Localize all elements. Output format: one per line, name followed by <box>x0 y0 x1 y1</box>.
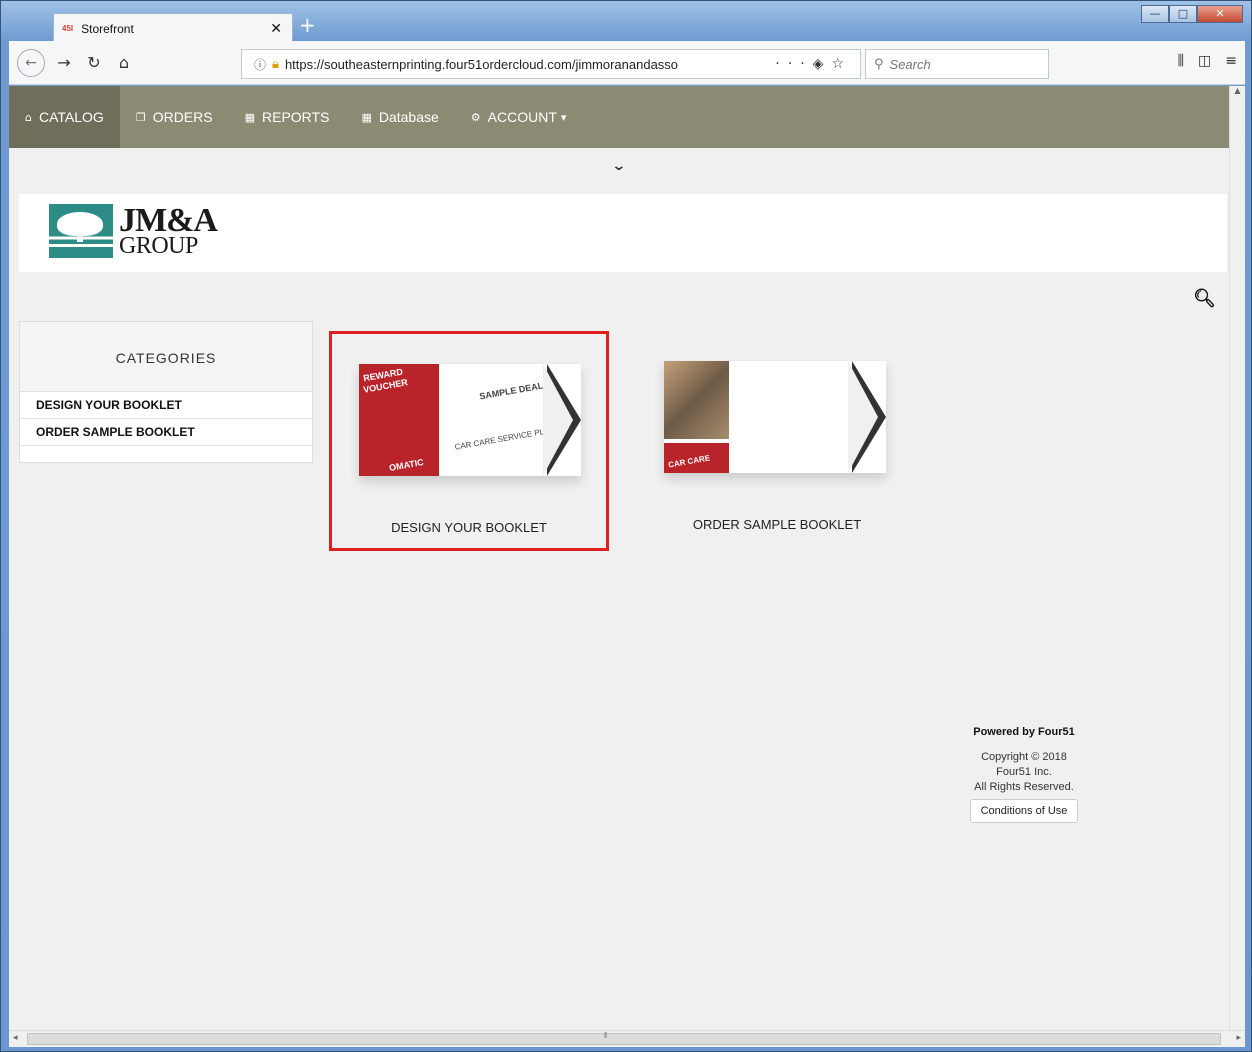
browser-search-input[interactable] <box>889 56 1030 72</box>
nav-account[interactable]: ⚙ ACCOUNT ▾ <box>455 86 583 148</box>
browser-search-box[interactable]: ⚲ <box>865 49 1049 79</box>
product-label[interactable]: ORDER SAMPLE BOOKLET <box>637 517 917 532</box>
home-icon: ⌂ <box>25 110 32 124</box>
browser-window: — □ ✕ 45I Storefront ✕ + ← → ↻ ⌂ ⓘ 🔒︎ ht… <box>0 0 1252 1052</box>
page-viewport: ⌂ CATALOG ❐ ORDERS ▦ REPORTS ▦ Database … <box>9 86 1229 1030</box>
jma-group-logo[interactable]: JM&A GROUP <box>49 201 218 260</box>
scroll-thumb[interactable] <box>27 1033 1221 1045</box>
scroll-grip: ⦀ <box>604 1031 608 1040</box>
reload-icon[interactable]: ↻ <box>79 53 109 72</box>
close-tab-icon[interactable]: ✕ <box>270 21 282 37</box>
product-tile-order-sample[interactable]: CAR CARE ORDER SAMPLE BOOKLET <box>637 331 917 551</box>
pocket-icon[interactable]: ◈ <box>813 56 832 72</box>
sidebar-toggle-icon[interactable]: ◫ <box>1198 53 1211 69</box>
favicon-icon: 45I <box>62 24 74 33</box>
sidebar-item-design-booklet[interactable]: DESIGN YOUR BOOKLET <box>20 392 312 419</box>
new-tab-icon[interactable]: + <box>299 13 316 37</box>
product-label[interactable]: DESIGN YOUR BOOKLET <box>332 520 606 535</box>
gear-icon: ⚙ <box>470 110 481 124</box>
back-icon[interactable]: ← <box>17 48 45 77</box>
sidebar-item-order-sample[interactable]: ORDER SAMPLE BOOKLET <box>20 419 312 446</box>
page-actions: ···◈☆ <box>775 56 860 72</box>
categories-panel: CATEGORIES DESIGN YOUR BOOKLET ORDER SAM… <box>19 321 313 463</box>
logo-band: JM&A GROUP <box>19 194 1227 272</box>
menu-icon[interactable]: ≡ <box>1225 53 1237 69</box>
browser-tab[interactable]: 45I Storefront ✕ <box>53 13 293 43</box>
product-image[interactable]: CAR CARE <box>664 361 886 473</box>
nav-database-label: Database <box>378 109 439 125</box>
product-image[interactable]: REWARD VOUCHER SAMPLE DEAL CAR CARE SERV… <box>359 364 581 476</box>
nav-catalog-label: CATALOG <box>38 109 104 125</box>
home-button-icon[interactable]: ⌂ <box>109 53 139 72</box>
logo-text: JM&A GROUP <box>119 201 218 260</box>
vertical-scrollbar[interactable]: ▲ <box>1229 86 1245 1030</box>
copyright-line1: Copyright © 2018 <box>981 751 1067 763</box>
ellipsis-icon[interactable]: ··· <box>775 56 812 72</box>
logo-line1: JM&A <box>119 201 218 239</box>
product-image-text: SAMPLE DEAL <box>478 380 544 402</box>
horizontal-scrollbar[interactable]: ◂ ⦀ ▸ <box>9 1030 1245 1047</box>
insecure-lock-icon[interactable]: 🔒︎ <box>272 57 279 72</box>
app-nav: ⌂ CATALOG ❐ ORDERS ▦ REPORTS ▦ Database … <box>9 86 1229 148</box>
scroll-right-icon[interactable]: ▸ <box>1236 1033 1241 1043</box>
nav-orders[interactable]: ❐ ORDERS <box>120 86 229 148</box>
nav-reports-label: REPORTS <box>262 109 330 125</box>
tab-title: Storefront <box>81 21 134 36</box>
logo-line2: GROUP <box>119 233 198 260</box>
copyright: Copyright © 2018 Four51 Inc. All Rights … <box>939 750 1109 795</box>
tab-strip: 45I Storefront ✕ + <box>9 9 1245 43</box>
nav-account-label: ACCOUNT <box>487 109 557 125</box>
search-icon: ⚲ <box>874 56 884 72</box>
forward-icon[interactable]: → <box>49 53 79 72</box>
toolbar-right: ⫼ ◫ ≡ <box>1178 53 1237 69</box>
nav-toolbar: ← → ↻ ⌂ ⓘ 🔒︎ https://southeasternprintin… <box>9 41 1245 85</box>
caret-down-icon: ▾ <box>560 111 567 124</box>
product-image-text: CAR CARE SERVICE PLAN <box>453 425 556 452</box>
conditions-of-use-button[interactable]: Conditions of Use <box>969 799 1079 823</box>
product-tile-design-booklet[interactable]: REWARD VOUCHER SAMPLE DEAL CAR CARE SERV… <box>329 331 609 551</box>
family-photo <box>664 361 729 439</box>
bookmark-star-icon[interactable]: ☆ <box>831 56 852 72</box>
bar-chart-icon: ▦ <box>244 110 255 124</box>
tree-icon <box>49 204 113 258</box>
copyright-line3: All Rights Reserved. <box>974 781 1074 793</box>
search-icon[interactable]: 🔍︎ <box>1193 288 1216 309</box>
info-icon[interactable]: ⓘ <box>254 56 266 73</box>
scroll-left-icon[interactable]: ◂ <box>13 1033 18 1043</box>
scroll-up-icon[interactable]: ▲ <box>1230 86 1245 95</box>
chevron-down-icon[interactable]: ⌄ <box>611 158 626 174</box>
nav-database[interactable]: ▦ Database <box>345 86 454 148</box>
bar-chart-icon: ▦ <box>361 110 372 124</box>
powered-by: Powered by Four51 <box>973 726 1075 738</box>
nav-orders-label: ORDERS <box>152 109 213 125</box>
footer-block: Powered by Four51 Copyright © 2018 Four5… <box>939 726 1109 823</box>
copyright-line2: Four51 Inc. <box>996 766 1052 778</box>
nav-reports[interactable]: ▦ REPORTS <box>229 86 346 148</box>
url-bar[interactable]: ⓘ 🔒︎ https://southeasternprinting.four51… <box>241 49 861 79</box>
categories-header: CATEGORIES <box>20 322 312 392</box>
url-text[interactable]: https://southeasternprinting.four51order… <box>285 57 775 72</box>
nav-catalog[interactable]: ⌂ CATALOG <box>9 86 120 148</box>
library-icon[interactable]: ⫼ <box>1178 53 1184 69</box>
copy-icon: ❐ <box>135 110 146 124</box>
